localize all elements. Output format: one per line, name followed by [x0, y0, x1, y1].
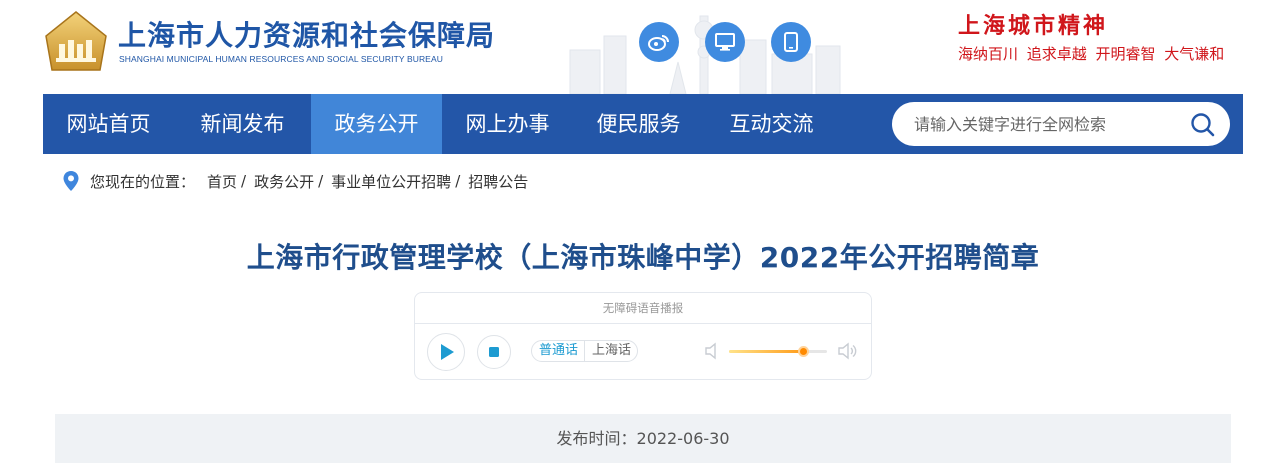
nav-item-news[interactable]: 新闻发布 [174, 94, 311, 154]
breadcrumb: 您现在的位置： 首页 / 政务公开 / 事业单位公开招聘 / 招聘公告 [62, 170, 528, 192]
player-caption: 无障碍语音播报 [602, 301, 684, 315]
search-input[interactable] [914, 102, 1184, 146]
volume-high-icon[interactable] [837, 342, 857, 360]
stop-icon [489, 347, 499, 357]
publish-date: 2022-06-30 [636, 429, 730, 448]
volume-slider-fill [729, 350, 804, 353]
publish-label: 发布时间： [556, 429, 637, 448]
city-spirit-slogan: 海纳百川 追求卓越 开明睿智 大气谦和 [958, 45, 1225, 63]
nav-item-public-services[interactable]: 便民服务 [573, 94, 704, 154]
breadcrumb-public-recruitment[interactable]: 事业单位公开招聘 [331, 171, 451, 192]
breadcrumb-recruitment-notice[interactable]: 招聘公告 [468, 171, 528, 192]
nav-item-government-affairs[interactable]: 政务公开 [311, 94, 442, 154]
lang-shanghainese[interactable]: 上海话 [585, 341, 637, 361]
voice-broadcast-player: 无障碍语音播报 普通话 上海话 [414, 292, 872, 380]
nav-item-interaction[interactable]: 互动交流 [704, 94, 839, 154]
volume-slider-thumb[interactable] [798, 346, 810, 357]
play-icon [441, 344, 454, 360]
location-pin-icon [63, 171, 79, 191]
article-title: 上海市行政管理学校（上海市珠峰中学）2022年公开招聘简章 [246, 241, 1040, 274]
play-button[interactable] [427, 333, 465, 371]
lang-mandarin[interactable]: 普通话 [532, 341, 586, 361]
desktop-icon [715, 33, 735, 51]
mobile-icon [784, 32, 798, 52]
org-name-english: SHANGHAI MUNICIPAL HUMAN RESOURCES AND S… [119, 54, 443, 64]
nav-item-online-services[interactable]: 网上办事 [442, 94, 573, 154]
volume-low-icon[interactable] [703, 342, 723, 360]
weibo-button[interactable] [639, 22, 679, 62]
mobile-button[interactable] [771, 22, 811, 62]
breadcrumb-separator: / [455, 172, 461, 190]
language-toggle: 普通话 上海话 [531, 340, 639, 362]
org-name: 上海市人力资源和社会保障局 [118, 19, 496, 52]
main-nav: 网站首页 新闻发布 政务公开 网上办事 便民服务 互动交流 [43, 94, 1243, 154]
player-divider [415, 323, 871, 324]
site-header: 上海市人力资源和社会保障局 SHANGHAI MUNICIPAL HUMAN R… [0, 0, 1278, 94]
weibo-icon [648, 35, 669, 51]
bureau-logo[interactable] [44, 10, 108, 72]
search-icon[interactable] [1190, 112, 1216, 138]
breadcrumb-home[interactable]: 首页 [207, 171, 237, 192]
search-box [892, 102, 1230, 146]
nav-item-home[interactable]: 网站首页 [43, 94, 174, 154]
volume-slider[interactable] [729, 346, 827, 357]
publish-info-bar: 发布时间：2022-06-30 [55, 414, 1231, 463]
stop-button[interactable] [477, 335, 511, 369]
breadcrumb-separator: / [318, 172, 324, 190]
breadcrumb-government-affairs[interactable]: 政务公开 [254, 171, 314, 192]
city-spirit-title: 上海城市精神 [958, 13, 1109, 39]
breadcrumb-separator: / [241, 172, 247, 190]
desktop-button[interactable] [705, 22, 745, 62]
breadcrumb-label: 您现在的位置： [90, 172, 196, 191]
